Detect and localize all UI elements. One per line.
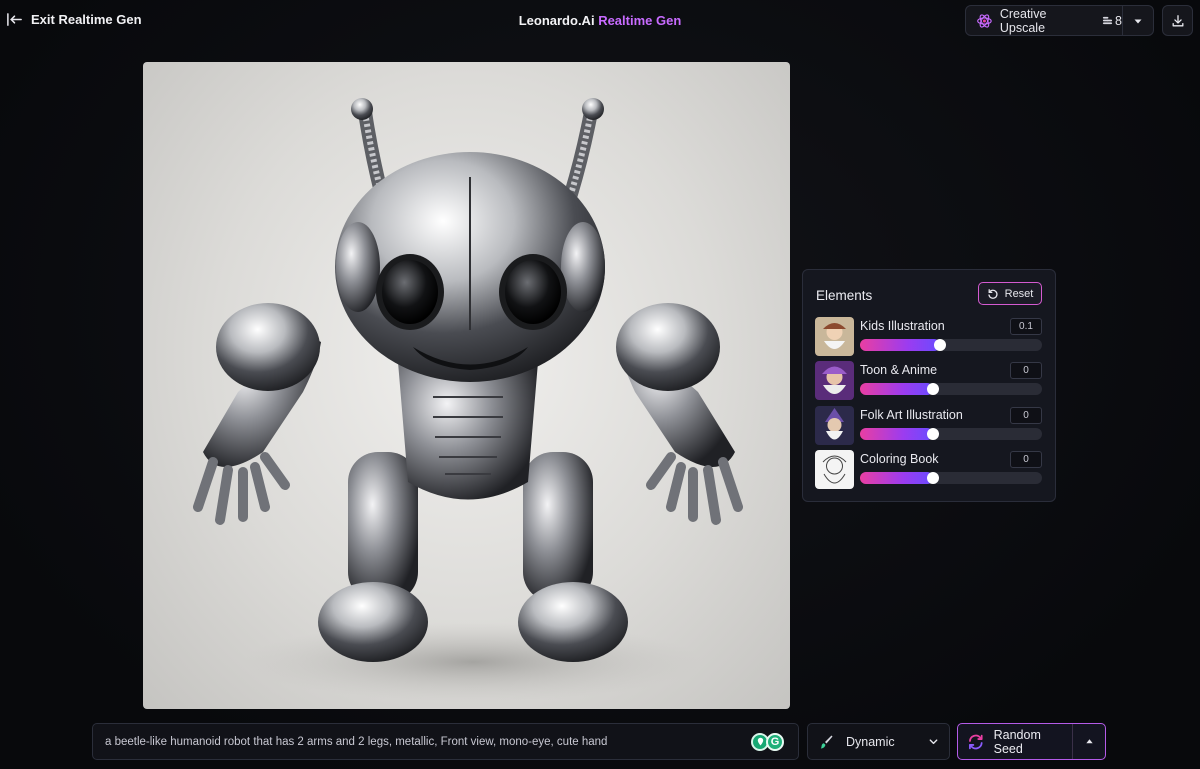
caret-up-icon bbox=[1085, 739, 1093, 744]
element-name: Coloring Book bbox=[860, 452, 939, 466]
element-weight-slider[interactable] bbox=[860, 383, 1042, 395]
element-weight-slider[interactable] bbox=[860, 428, 1042, 440]
element-weight-input[interactable]: 0 bbox=[1010, 407, 1042, 424]
creative-upscale-button[interactable]: Creative Upscale 8 bbox=[966, 6, 1122, 35]
realtime-gen-app: Exit Realtime Gen Leonardo.Ai Realtime G… bbox=[0, 0, 1200, 769]
download-button[interactable] bbox=[1162, 5, 1193, 36]
element-weight-slider[interactable] bbox=[860, 472, 1042, 484]
creative-upscale-label: Creative Upscale bbox=[999, 6, 1047, 35]
download-icon bbox=[1172, 14, 1183, 26]
slider-knob[interactable] bbox=[934, 339, 947, 351]
element-name: Kids Illustration bbox=[860, 319, 945, 333]
slider-fill bbox=[860, 472, 933, 484]
random-seed-label: Random Seed bbox=[993, 727, 1041, 756]
slider-knob[interactable] bbox=[926, 383, 939, 395]
kids-illustration-thumbnail bbox=[815, 317, 854, 356]
token-cost: 8 bbox=[1102, 14, 1122, 28]
style-preset-dropdown[interactable]: Dynamic bbox=[807, 723, 950, 760]
folk-art-thumbnail bbox=[815, 406, 854, 445]
seed-options-toggle[interactable] bbox=[1073, 724, 1105, 759]
brand-name: Leonardo.Ai bbox=[518, 13, 595, 28]
element-thumbnail[interactable] bbox=[815, 406, 854, 445]
element-name: Folk Art Illustration bbox=[860, 408, 963, 422]
token-coins-icon bbox=[1102, 16, 1113, 25]
element-thumbnail[interactable] bbox=[815, 361, 854, 400]
robot-illustration bbox=[193, 98, 743, 702]
paint-brush-icon bbox=[820, 735, 833, 748]
toon-anime-thumbnail bbox=[815, 361, 854, 400]
elements-panel-title: Elements bbox=[816, 288, 873, 303]
refresh-cycle-icon bbox=[969, 734, 983, 749]
coloring-book-thumbnail bbox=[815, 450, 854, 489]
brand-subtitle: Realtime Gen bbox=[598, 13, 682, 28]
prompt-extension-icons[interactable]: G bbox=[751, 732, 784, 751]
element-thumbnail[interactable] bbox=[815, 317, 854, 356]
token-cost-value: 8 bbox=[1115, 13, 1122, 28]
element-row-coloring-book: Coloring Book 0 bbox=[815, 450, 1045, 490]
upscale-options-dropdown[interactable] bbox=[1123, 6, 1153, 35]
random-seed-group: Random Seed bbox=[957, 723, 1106, 760]
element-name: Toon & Anime bbox=[860, 363, 938, 377]
slider-fill bbox=[860, 428, 933, 440]
random-seed-button[interactable]: Random Seed bbox=[958, 724, 1072, 759]
slider-knob[interactable] bbox=[926, 428, 939, 440]
caret-down-icon bbox=[1134, 19, 1142, 23]
element-row-folk-art-illustration: Folk Art Illustration 0 bbox=[815, 406, 1045, 446]
reset-label: Reset bbox=[1004, 287, 1034, 300]
reset-rotate-icon bbox=[987, 288, 998, 299]
chevron-down-icon bbox=[929, 739, 938, 745]
upscale-atom-icon bbox=[977, 13, 992, 28]
element-row-kids-illustration: Kids Illustration 0.1 bbox=[815, 317, 1045, 357]
prompt-bar: G bbox=[92, 723, 799, 760]
slider-fill bbox=[860, 383, 933, 395]
element-weight-input[interactable]: 0.1 bbox=[1010, 318, 1042, 335]
element-thumbnail[interactable] bbox=[815, 450, 854, 489]
reset-elements-button[interactable]: Reset bbox=[978, 282, 1042, 305]
prompt-input[interactable] bbox=[93, 724, 751, 759]
element-row-toon-anime: Toon & Anime 0 bbox=[815, 361, 1045, 401]
grammarly-icon: G bbox=[766, 732, 784, 751]
slider-fill bbox=[860, 339, 941, 351]
creative-upscale-group: Creative Upscale 8 bbox=[965, 5, 1154, 36]
slider-knob[interactable] bbox=[926, 472, 939, 484]
style-preset-label: Dynamic bbox=[846, 734, 895, 749]
element-weight-slider[interactable] bbox=[860, 339, 1042, 351]
element-weight-input[interactable]: 0 bbox=[1010, 362, 1042, 379]
element-weight-input[interactable]: 0 bbox=[1010, 451, 1042, 468]
generated-image bbox=[143, 62, 790, 709]
